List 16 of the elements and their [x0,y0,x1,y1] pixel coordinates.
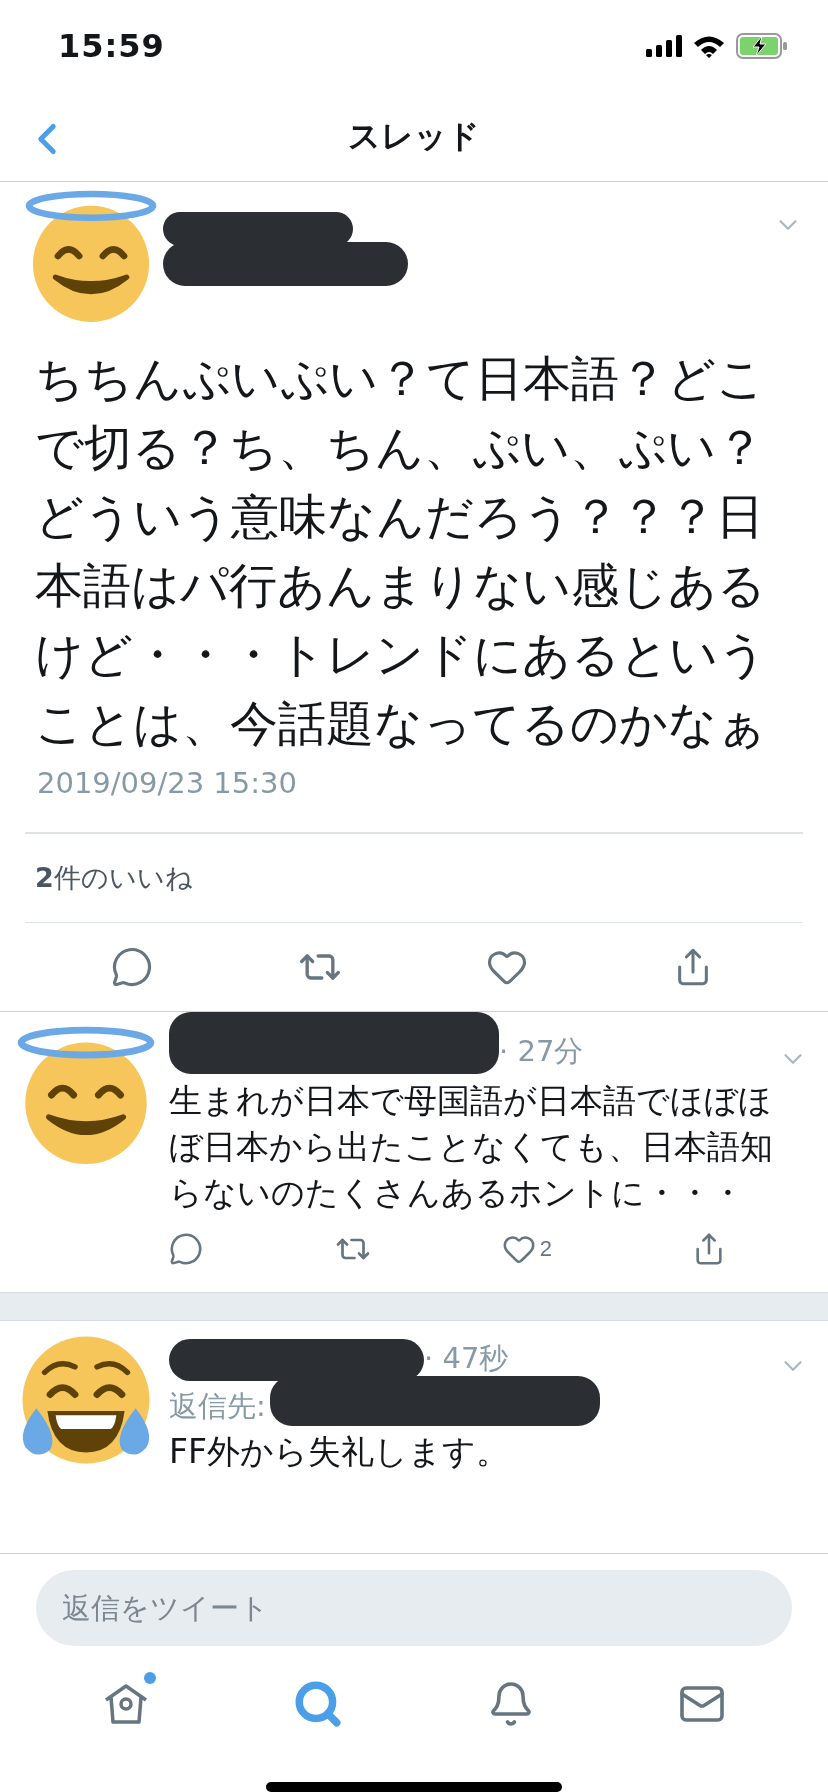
search-icon [293,1679,344,1729]
battery-charging-icon [736,33,788,59]
reply-input-field[interactable]: 返信をツイート [36,1570,792,1646]
status-time: 15:59 [58,27,165,65]
like-button[interactable]: 2 [501,1231,562,1266]
tweet-timestamp: 2019/09/23 15:30 [37,766,298,802]
signal-icon [646,35,682,57]
reply-to-label: 返信先: [169,1387,266,1425]
reply-time: · 27分 [499,1032,584,1070]
reply-text: 生まれが日本で母国語が日本語でほぼほぼ日本から出たことなくても、日本語知らないのたくさんあるホントに・・・ [169,1079,774,1214]
reply-time: · 47秒 [424,1339,509,1377]
likes-count[interactable]: 2件のいいね [25,833,803,923]
reply-text: FF外から失礼します。 [169,1430,510,1473]
tweet-text: ちちんぷいぷい？て日本語？どこで切る？ち、ちん、ぷい、ぷい？どういう意味なんだろう？？？日本語はパ行あんまりない感じあるけど・・・トレンドにあるということは、今話題なってるのかなぁ [35,349,768,753]
wifi-icon [692,34,726,58]
header-title: スレッド [348,115,480,157]
